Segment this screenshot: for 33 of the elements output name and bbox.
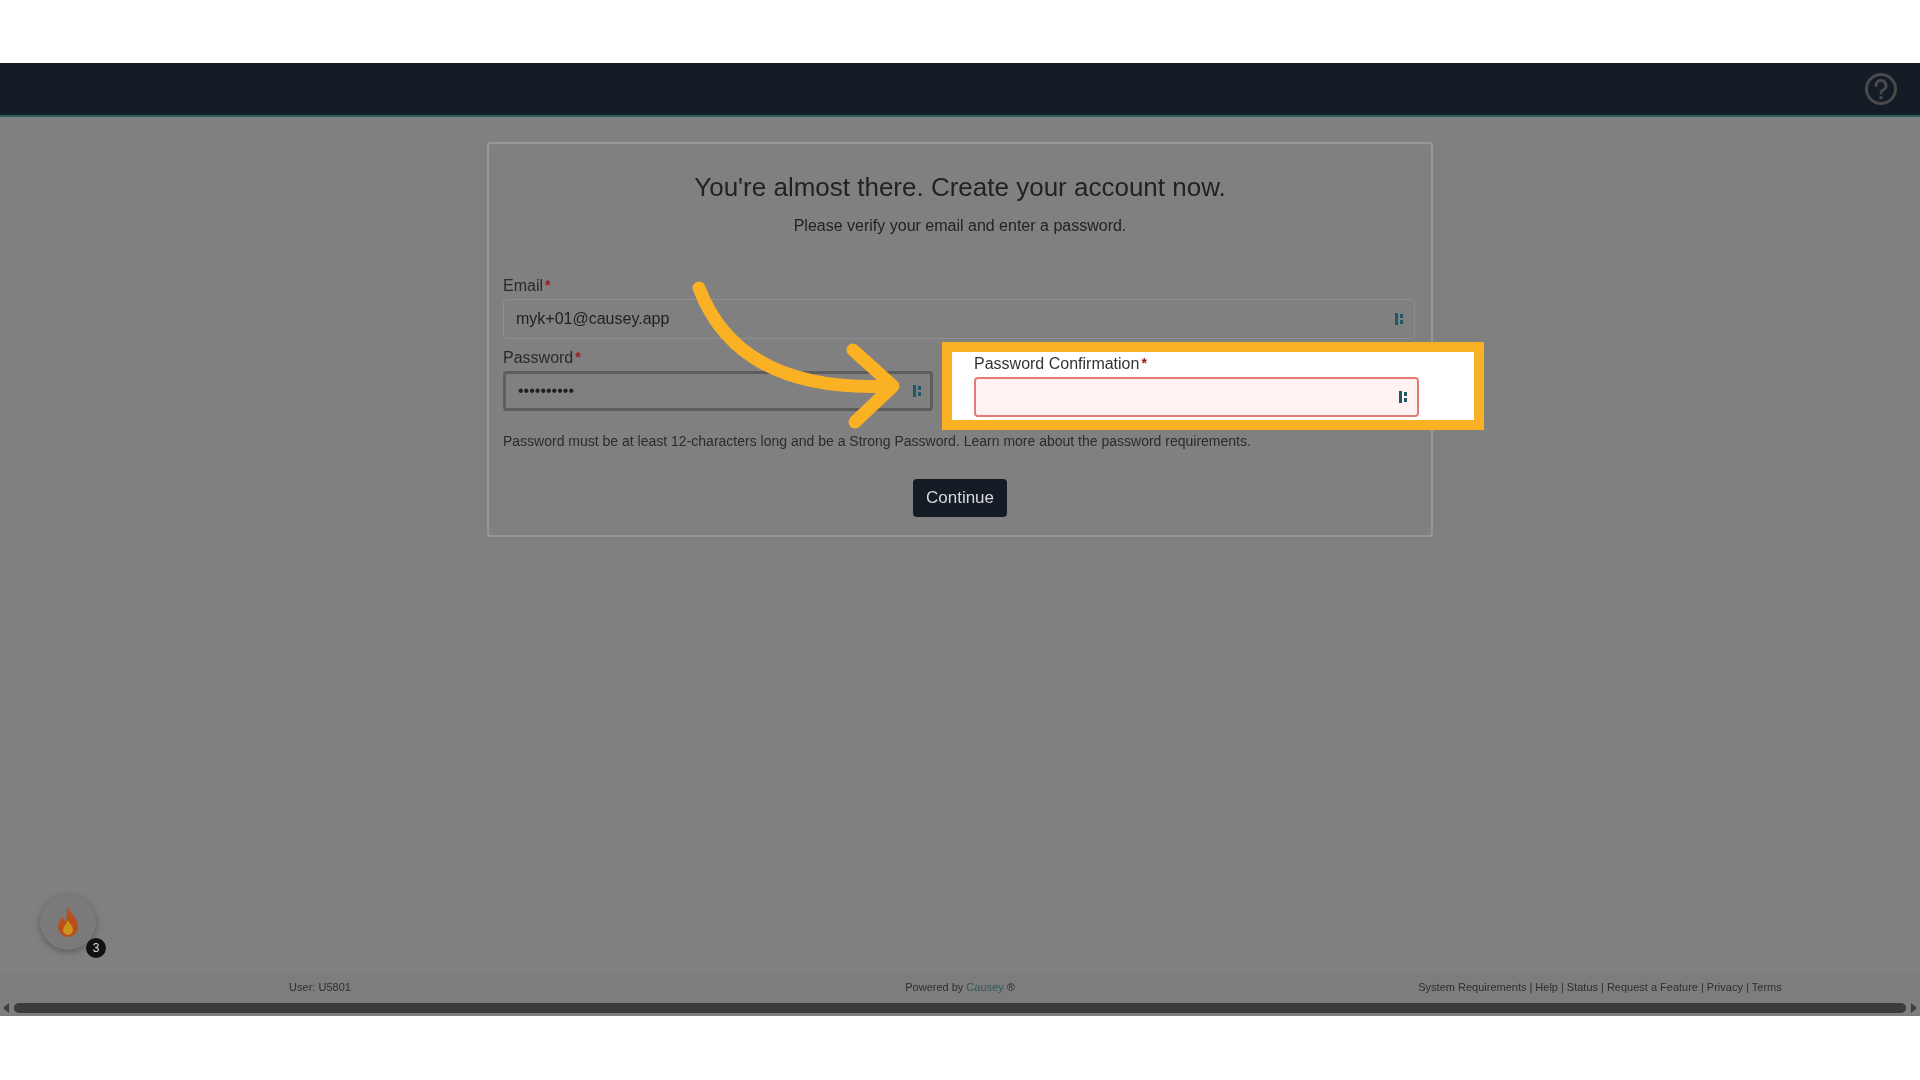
required-mark: * (545, 277, 551, 293)
password-manager-icon[interactable] (1399, 390, 1409, 404)
footer-link[interactable]: Status (1566, 981, 1598, 993)
footer-link[interactable]: Privacy (1706, 981, 1743, 993)
field-label: Email (503, 277, 543, 295)
footer-link[interactable]: Request a Feature (1606, 981, 1698, 993)
scroll-right-icon[interactable] (1910, 1003, 1918, 1013)
notification-count: 3 (86, 938, 106, 958)
link-separator: | (1601, 981, 1604, 993)
link-separator: | (1560, 981, 1564, 993)
scrollbar-thumb[interactable] (14, 1003, 1906, 1013)
field-label: Password Confirmation (974, 355, 1140, 373)
required-mark: * (1141, 355, 1147, 371)
link-separator: | (1701, 981, 1704, 993)
registered-mark: ® (1006, 981, 1015, 993)
required-mark: * (575, 349, 581, 365)
brand-link[interactable]: Causey (966, 981, 1004, 993)
input-field[interactable]: myk+01@causey.app (503, 299, 1415, 339)
scroll-left-icon[interactable] (2, 1003, 10, 1013)
footer-link[interactable]: System Requirements (1418, 981, 1527, 993)
input-field[interactable] (974, 377, 1419, 417)
form-title: You're almost there. Create your account now. (693, 172, 1227, 203)
help-icon[interactable] (1864, 72, 1898, 106)
link-separator: | (1745, 981, 1749, 993)
powered-by-text: Powered by (905, 981, 964, 993)
user-id: User: U5801 (289, 981, 351, 993)
continue-button[interactable]: Continue (912, 479, 1008, 517)
footer-link[interactable]: Terms (1751, 981, 1782, 993)
footer-link[interactable]: Help (1535, 981, 1558, 993)
link-separator: | (1529, 981, 1533, 993)
form-subtitle: Please verify your email and enter a password. (792, 217, 1128, 235)
field-label: Password (503, 349, 574, 367)
password-hint: Password must be at least 12-characters long and be a Strong Password. Learn more about the password requirements. (503, 433, 1252, 449)
